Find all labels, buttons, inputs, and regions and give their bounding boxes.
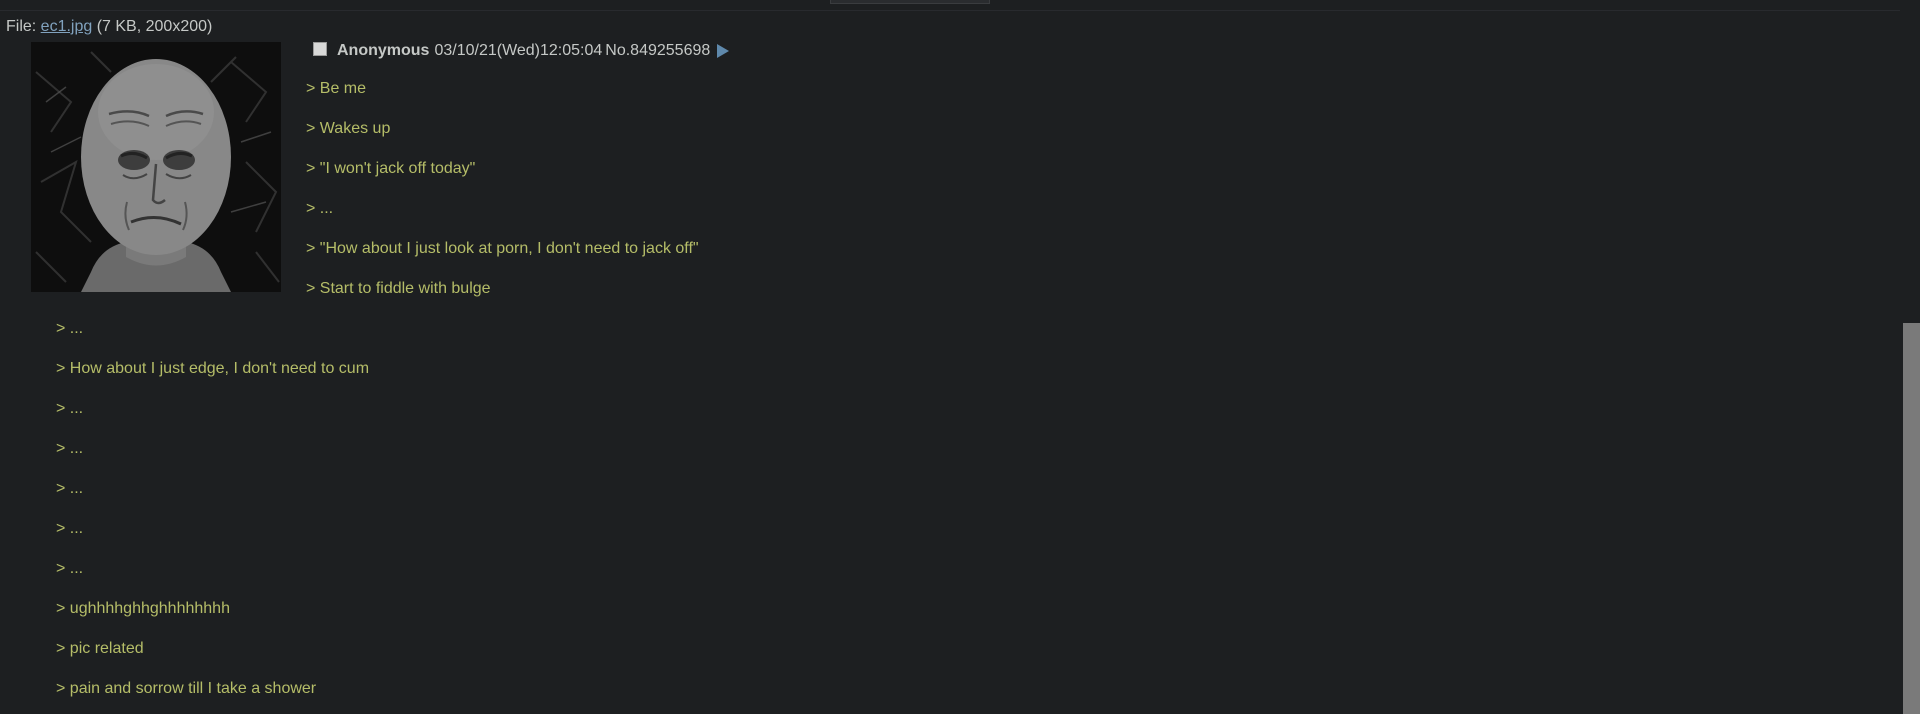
greentext-line: > ... (56, 400, 84, 417)
post-thumbnail[interactable] (31, 42, 281, 292)
greentext-line: > ... (56, 320, 84, 337)
greentext-line: > ... (306, 200, 334, 217)
poster-name: Anonymous (337, 42, 430, 59)
greentext-line: > Be me (306, 80, 367, 97)
greentext-line: > pic related (56, 640, 144, 657)
file-info: File: ec1.jpg (7 KB, 200x200) (6, 18, 212, 36)
greentext-line: > ughhhhghhghhhhhhhh (56, 600, 230, 617)
greentext-line: > ... (56, 480, 84, 497)
greentext-line: > "How about I just look at porn, I don'… (306, 240, 699, 257)
post-number[interactable]: No.849255698 (605, 42, 710, 60)
greentext-line: > ... (56, 560, 84, 577)
top-nav-stub[interactable] (830, 0, 990, 4)
thread-page: File: ec1.jpg (7 KB, 200x200) Anonymous … (0, 0, 1920, 714)
greentext-line: > Start to fiddle with bulge (306, 280, 491, 297)
post-select-checkbox[interactable] (313, 42, 327, 56)
post-header: Anonymous 03/10/21(Wed)12:05:04 No.84925… (313, 42, 730, 60)
greentext-line: > pain and sorrow till I take a shower (56, 680, 317, 697)
greentext-line: > ... (56, 440, 84, 457)
scrollbar-thumb[interactable] (1903, 323, 1920, 714)
greentext-line: > ... (56, 520, 84, 537)
greentext-line: > How about I just edge, I don't need to… (56, 360, 370, 377)
greentext-line: > "I won't jack off today" (306, 160, 476, 177)
file-prefix: File: (6, 18, 41, 35)
triangle-right-icon[interactable] (717, 44, 730, 58)
divider (0, 10, 1900, 11)
greentext-line: > Wakes up (306, 120, 391, 137)
file-meta: (7 KB, 200x200) (92, 18, 213, 35)
post-date: 03/10/21(Wed)12:05:04 (434, 42, 603, 59)
file-link[interactable]: ec1.jpg (41, 18, 93, 35)
